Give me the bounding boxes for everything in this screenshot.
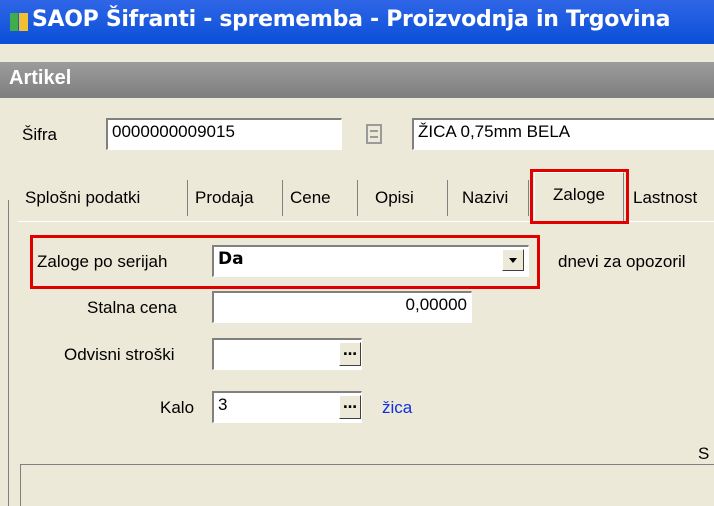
tab-cene[interactable]: Cene <box>290 176 331 220</box>
chevron-down-icon[interactable] <box>502 249 524 271</box>
bottom-panel <box>20 464 714 506</box>
window-title: SAOP Šifranti - sprememba - Proizvodnja … <box>32 7 671 32</box>
app-icon <box>10 13 28 31</box>
tab-prodaja[interactable]: Prodaja <box>195 176 254 220</box>
cut-off-label: S <box>698 444 710 463</box>
tab-splosni-podatki[interactable]: Splošni podatki <box>25 176 140 220</box>
odvisni-stroski-label: Odvisni stroški <box>64 345 175 364</box>
tab-lastnosti[interactable]: Lastnost <box>633 176 697 220</box>
zaloge-po-serijah-select[interactable]: Da <box>212 245 529 277</box>
odvisni-stroski-browse-button[interactable]: … <box>339 342 361 366</box>
section-header: Artikel <box>0 62 714 98</box>
tab-nazivi[interactable]: Nazivi <box>462 176 508 220</box>
zaloge-po-serijah-label: Zaloge po serijah <box>37 252 168 271</box>
kalo-unit-link[interactable]: žica <box>382 398 412 418</box>
tab-highlight <box>530 169 629 224</box>
stalna-cena-field[interactable]: 0,00000 <box>212 291 472 323</box>
article-name-field[interactable]: ŽICA 0,75mm BELA <box>412 118 714 150</box>
search-icon[interactable] <box>365 123 383 145</box>
kalo-browse-button[interactable]: … <box>339 395 361 419</box>
kalo-label: Kalo <box>160 398 195 417</box>
title-bar: SAOP Šifranti - sprememba - Proizvodnja … <box>0 0 714 44</box>
section-title: Artikel <box>9 67 72 89</box>
sifra-field[interactable]: 0000000009015 <box>106 118 342 150</box>
tab-opisi[interactable]: Opisi <box>375 176 414 220</box>
sifra-label: Šifra <box>22 125 57 144</box>
zaloge-po-serijah-value: Da <box>218 249 244 269</box>
stalna-cena-label: Stalna cena <box>87 298 177 317</box>
dnevi-label: dnevi za opozoril <box>558 252 686 271</box>
